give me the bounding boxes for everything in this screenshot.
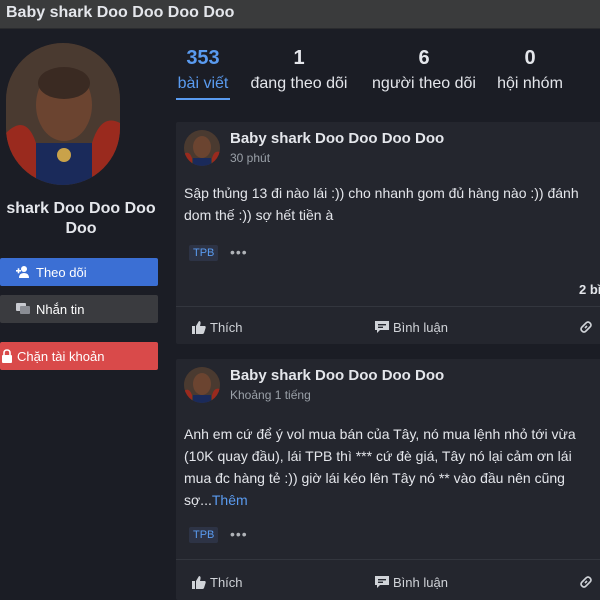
share-link-button[interactable] — [579, 575, 597, 590]
message-button[interactable]: Nhắn tin — [0, 295, 158, 323]
avatar-photo — [6, 43, 120, 185]
see-more-link[interactable]: Thêm — [212, 492, 248, 508]
block-account-button[interactable]: Chặn tài khoản — [0, 342, 158, 370]
stat-following[interactable]: 1 đang theo dõi — [248, 44, 350, 96]
like-icon — [192, 321, 206, 334]
message-icon — [16, 303, 30, 314]
post-avatar-photo — [184, 367, 220, 403]
stat-posts-label: bài viết — [177, 75, 229, 92]
post-avatar-photo — [184, 130, 220, 166]
stat-posts[interactable]: 353 bài viết — [176, 44, 230, 100]
stat-groups-label: hội nhóm — [497, 75, 563, 92]
post-author[interactable]: Baby shark Doo Doo Doo Doo — [230, 367, 444, 384]
post-card: Baby shark Doo Doo Doo Doo Khoảng 1 tiến… — [176, 359, 600, 600]
post-author[interactable]: Baby shark Doo Doo Doo Doo — [230, 130, 444, 147]
post-avatar[interactable] — [184, 130, 220, 166]
follow-user-icon — [16, 266, 29, 278]
post-time[interactable]: Khoảng 1 tiếng — [230, 388, 311, 402]
profile-stats: 353 bài viết 1 đang theo dõi 6 người the… — [168, 44, 600, 104]
post-line: (10K quay đầu), lái TPB thì *** cứ đè gi… — [184, 448, 572, 464]
stat-followers[interactable]: 6 người theo dõi — [368, 44, 480, 96]
link-icon — [580, 576, 592, 588]
post-line-last: sợ...Thêm — [184, 489, 600, 511]
comment-icon — [375, 321, 389, 333]
link-icon — [580, 321, 592, 333]
like-button[interactable]: Thích — [192, 575, 243, 590]
profile-name-line1: shark Doo Doo Doo — [6, 200, 156, 217]
post-line: mua đc hàng tẻ :)) giờ lái kéo lên Tây n… — [184, 470, 565, 486]
stat-followers-value: 6 — [418, 47, 430, 69]
comment-button[interactable]: Bình luận — [375, 320, 448, 335]
follow-button[interactable]: Theo dõi — [0, 258, 158, 286]
active-tab-indicator — [176, 98, 230, 100]
stat-posts-value: 353 — [186, 47, 220, 69]
lock-icon — [2, 349, 12, 363]
follow-label: Theo dõi — [36, 265, 87, 280]
avatar — [6, 43, 120, 185]
stat-followers-label: người theo dõi — [372, 75, 476, 92]
profile-sidebar: shark Doo Doo Doo Doo Theo dõi Nhắn tin … — [0, 29, 168, 600]
stock-tag[interactable]: TPB — [189, 245, 219, 261]
stat-groups[interactable]: 0 hội nhóm — [494, 44, 566, 96]
comment-count[interactable]: 2 bì — [579, 282, 600, 297]
post-time[interactable]: 30 phút — [230, 151, 270, 165]
like-label: Thích — [210, 320, 243, 335]
post-line: dom thế :)) sợ hết tiền à — [184, 207, 334, 223]
page-title: Baby shark Doo Doo Doo Doo — [6, 4, 235, 21]
share-link-button[interactable] — [579, 320, 597, 335]
post-body: Anh em cứ để ý vol mua bán của Tây, nó m… — [184, 423, 600, 511]
comment-label: Bình luận — [393, 320, 448, 335]
divider — [176, 306, 600, 307]
post-line-text: sợ... — [184, 492, 212, 508]
more-icon[interactable]: ••• — [230, 244, 248, 260]
top-bar: Baby shark Doo Doo Doo Doo — [0, 0, 600, 29]
post-line: Anh em cứ để ý vol mua bán của Tây, nó m… — [184, 426, 576, 442]
stat-following-value: 1 — [293, 47, 305, 69]
block-account-label: Chặn tài khoản — [17, 349, 105, 364]
comment-icon — [375, 576, 389, 588]
like-icon — [192, 576, 206, 589]
post-line: Sập thủng 13 đi nào lái :)) cho nhanh go… — [184, 185, 579, 201]
post-card: Baby shark Doo Doo Doo Doo 30 phút Sập t… — [176, 122, 600, 344]
post-avatar[interactable] — [184, 367, 220, 403]
like-button[interactable]: Thích — [192, 320, 243, 335]
profile-name: shark Doo Doo Doo Doo — [0, 199, 162, 239]
like-label: Thích — [210, 575, 243, 590]
post-body: Sập thủng 13 đi nào lái :)) cho nhanh go… — [184, 182, 600, 226]
comment-button[interactable]: Bình luận — [375, 575, 448, 590]
message-label: Nhắn tin — [36, 302, 85, 317]
profile-name-line2: Doo — [65, 220, 97, 237]
stat-groups-value: 0 — [524, 47, 536, 69]
stock-tag[interactable]: TPB — [189, 527, 219, 543]
comment-label: Bình luận — [393, 575, 448, 590]
stat-following-label: đang theo dõi — [250, 75, 348, 92]
more-icon[interactable]: ••• — [230, 526, 248, 542]
divider — [176, 559, 600, 560]
